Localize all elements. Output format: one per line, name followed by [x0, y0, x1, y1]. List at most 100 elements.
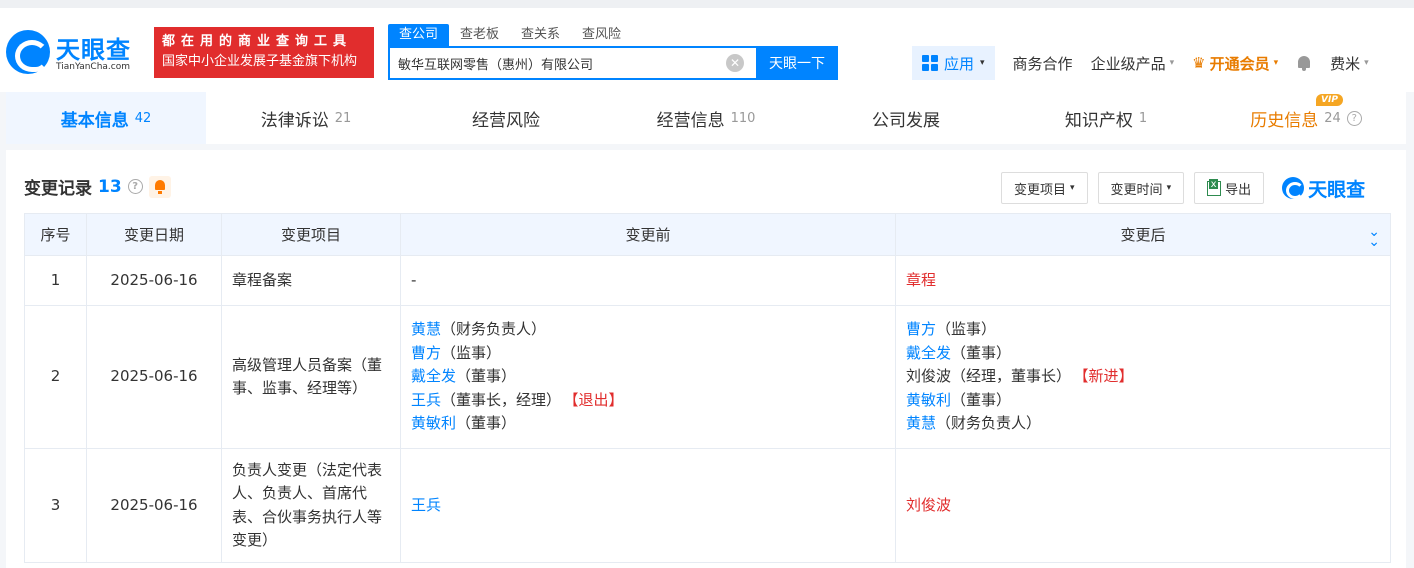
filter-time-dropdown[interactable]: 变更时间 ▾ — [1097, 172, 1185, 204]
person-link[interactable]: 曹方 — [411, 344, 441, 362]
cell-no: 2 — [24, 305, 87, 449]
person-role: （财务负责人） — [441, 320, 547, 339]
tab-basic-info[interactable]: 基本信息 42 — [6, 92, 206, 144]
tab-label: 公司发展 — [872, 110, 940, 131]
person-link[interactable]: 王兵 — [411, 496, 441, 514]
person-entry: 章程 — [906, 269, 1380, 293]
user-menu[interactable]: 费米 ▾ — [1330, 53, 1369, 74]
person-entry: 黄敏利（董事） — [411, 412, 885, 436]
nav-vip-label: 开通会员 — [1209, 54, 1270, 73]
search-tab-risk[interactable]: 查风险 — [571, 24, 632, 46]
apps-menu[interactable]: 应用 ▾ — [912, 46, 995, 80]
search-area: 查公司 查老板 查关系 查风险 ✕ 天眼一下 — [388, 24, 838, 80]
nav-enterprise[interactable]: 企业级产品 ▾ — [1091, 53, 1175, 74]
tab-legal[interactable]: 法律诉讼 21 — [206, 92, 406, 144]
crown-icon: ♛ — [1192, 54, 1206, 72]
person-link[interactable]: 王兵 — [411, 391, 441, 409]
chevron-down-icon: ▾ — [1364, 58, 1369, 68]
nav-enterprise-label: 企业级产品 — [1090, 54, 1166, 73]
double-chevron-down-icon[interactable]: ⌄ ⌄ — [1368, 225, 1380, 249]
person-link[interactable]: 黄慧 — [411, 320, 441, 338]
col-header-item: 变更项目 — [221, 213, 401, 256]
notification-bell-icon[interactable] — [1296, 54, 1312, 72]
cell-item: 负责人变更（法定代表人、负责人、首席代表、合伙事务执行人等变更） — [221, 448, 401, 563]
col-header-after-text: 变更后 — [1120, 226, 1166, 244]
table-row: 3 2025-06-16 负责人变更（法定代表人、负责人、首席代表、合伙事务执行人等… — [24, 448, 1391, 563]
vip-badge: VIP — [1316, 94, 1343, 106]
status-tag: 【退出】 — [571, 390, 624, 409]
person-role: （监事） — [441, 343, 502, 362]
user-name: 费米 — [1330, 54, 1361, 73]
slogan-line-2: 国家中小企业发展子基金旗下机构 — [162, 54, 358, 69]
cell-date: 2025-06-16 — [86, 305, 222, 449]
tab-label: 法律诉讼 — [260, 110, 329, 131]
person-entry: 戴全发（董事） — [906, 342, 1380, 366]
export-button[interactable]: 导出 — [1194, 172, 1265, 204]
tab-ip[interactable]: 知识产权 1 — [1006, 92, 1206, 144]
logo-name: 天眼查 — [56, 36, 131, 64]
tab-label: 历史信息 — [1250, 110, 1319, 131]
cell-item: 高级管理人员备案（董事、监事、经理等） — [221, 305, 401, 449]
person-entry: - — [411, 269, 885, 293]
nav-business[interactable]: 商务合作 — [1013, 53, 1073, 74]
search-tab-company[interactable]: 查公司 — [388, 24, 450, 46]
export-label: 导出 — [1225, 182, 1252, 198]
person-link[interactable]: 黄敏利 — [906, 391, 951, 409]
person-link[interactable]: 戴全发 — [906, 344, 951, 362]
search-input[interactable] — [398, 48, 728, 78]
nav-vip[interactable]: ♛ 开通会员 ▾ — [1192, 53, 1278, 74]
tab-count: 24 — [1324, 110, 1341, 126]
search-tab-boss[interactable]: 查老板 — [449, 24, 510, 46]
person-entry: 黄敏利（董事） — [906, 389, 1380, 413]
cell-before: - — [400, 255, 896, 306]
person-link[interactable]: 章程 — [906, 271, 936, 289]
tab-count: 110 — [730, 110, 756, 126]
cell-no: 3 — [24, 448, 87, 563]
logo-domain: TianYanCha.com — [56, 62, 131, 72]
chevron-down-icon: ▾ — [1169, 58, 1175, 68]
person-role: （董事） — [951, 390, 1012, 409]
brand-text: 天眼查 — [1308, 178, 1366, 201]
tab-development[interactable]: 公司发展 — [806, 92, 1006, 144]
subscribe-bell-icon[interactable] — [148, 175, 171, 198]
person-link[interactable]: 戴全发 — [411, 367, 456, 385]
help-icon[interactable]: ? — [127, 179, 143, 194]
col-header-no: 序号 — [24, 213, 87, 256]
person-link[interactable]: 刘俊波 — [906, 496, 951, 514]
person-role: （董事） — [456, 414, 517, 433]
person-link[interactable]: 黄慧 — [906, 414, 936, 432]
person-role: （董事） — [456, 367, 517, 386]
person-name: 刘俊波 — [906, 367, 952, 386]
person-entry: 刘俊波（经理，董事长） 【新进】 — [906, 365, 1380, 389]
tab-business-risk[interactable]: 经营风险 — [406, 92, 606, 144]
tab-history[interactable]: VIP 历史信息 24 ? — [1206, 92, 1406, 144]
help-icon[interactable]: ? — [1346, 110, 1362, 126]
person-link[interactable]: 曹方 — [906, 320, 936, 338]
excel-icon — [1207, 178, 1222, 196]
cell-item: 章程备案 — [221, 255, 401, 306]
cell-after: 曹方（监事） 戴全发（董事） 刘俊波（经理，董事长） 【新进】 黄敏利（董事） 黄慧（财务… — [895, 305, 1391, 449]
search-button[interactable]: 天眼一下 — [756, 46, 838, 80]
person-role: （财务负责人） — [936, 414, 1042, 433]
person-link[interactable]: 黄敏利 — [411, 414, 456, 432]
person-entry: 黄慧（财务负责人） — [906, 412, 1380, 436]
person-entry: 曹方（监事） — [411, 342, 885, 366]
section-count: 13 — [98, 176, 122, 197]
site-logo[interactable]: 天眼查 TianYanCha.com — [6, 28, 146, 78]
col-header-before: 变更前 — [400, 213, 896, 256]
col-header-after: 变更后 ⌄ ⌄ — [895, 213, 1391, 256]
filter-item-label: 变更项目 — [1014, 182, 1067, 198]
apps-label: 应用 — [944, 54, 975, 73]
chevron-down-icon: ▾ — [980, 58, 985, 68]
status-tag: 【新进】 — [1081, 367, 1134, 386]
cell-date: 2025-06-16 — [86, 448, 222, 563]
slogan-banner: 都在用的商业查询工具 国家中小企业发展子基金旗下机构 — [154, 27, 374, 78]
section-title-text: 变更记录 — [24, 179, 92, 199]
tab-business-info[interactable]: 经营信息 110 — [606, 92, 806, 144]
table-header-row: 序号 变更日期 变更项目 变更前 变更后 ⌄ ⌄ — [24, 213, 1391, 256]
clear-icon[interactable]: ✕ — [726, 54, 744, 72]
search-tab-relation[interactable]: 查关系 — [510, 24, 571, 46]
filter-item-dropdown[interactable]: 变更项目 ▾ — [1001, 172, 1088, 204]
person-role: （董事） — [951, 343, 1012, 362]
table-tools: 变更项目 ▾ 变更时间 ▾ 导出 天眼查 — [1001, 172, 1365, 204]
